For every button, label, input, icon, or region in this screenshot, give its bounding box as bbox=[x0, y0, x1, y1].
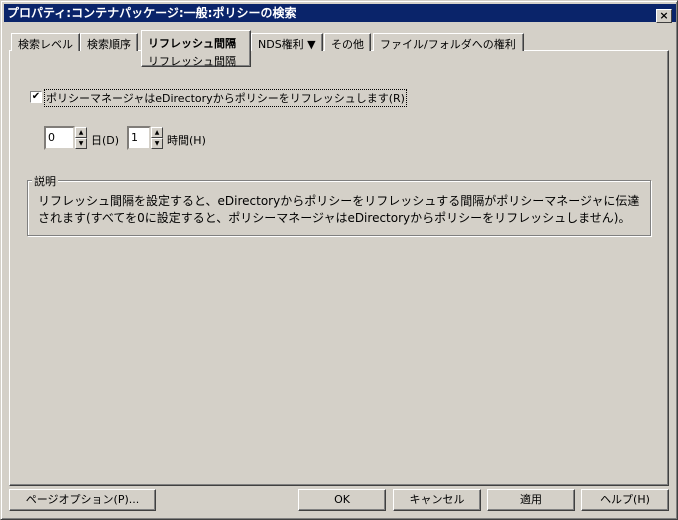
description-group: 説明 リフレッシュ間隔を設定すると、eDirectoryからポリシーをリフレッシ… bbox=[27, 173, 651, 236]
tab-label: 検索レベル bbox=[18, 38, 73, 51]
tab-search-order[interactable]: 検索順序 bbox=[80, 33, 138, 51]
days-input[interactable]: 0 bbox=[44, 126, 75, 150]
refresh-checkbox-label[interactable]: ポリシーマネージャはeDirectoryからポリシーをリフレッシュします(R) bbox=[44, 89, 407, 107]
tab-label: 検索順序 bbox=[87, 38, 131, 51]
checkmark-icon: ✔ bbox=[31, 91, 41, 102]
days-down-button[interactable]: ▼ bbox=[75, 138, 87, 149]
refresh-checkbox[interactable]: ✔ bbox=[30, 91, 42, 103]
tab-label: NDS権利 ▼ bbox=[258, 38, 316, 51]
tab-label: ファイル/フォルダへの権利 bbox=[380, 38, 516, 51]
days-label: 日(D) bbox=[91, 134, 120, 147]
hours-down-button[interactable]: ▼ bbox=[151, 138, 163, 149]
tab-file-folder-rights[interactable]: ファイル/フォルダへの権利 bbox=[373, 33, 524, 51]
tab-label: その他 bbox=[331, 38, 364, 51]
days-up-button[interactable]: ▲ bbox=[75, 127, 87, 138]
description-text: リフレッシュ間隔を設定すると、eDirectoryからポリシーをリフレッシュする… bbox=[38, 194, 640, 225]
close-button[interactable]: × bbox=[656, 9, 672, 23]
title-bar: プロパティ:コンテナパッケージ:一般:ポリシーの検索 × bbox=[4, 4, 676, 23]
hours-input[interactable]: 1 bbox=[127, 126, 151, 150]
ok-button[interactable]: OK bbox=[298, 489, 386, 511]
close-icon: × bbox=[659, 9, 669, 22]
tab-refresh-interval[interactable]: リフレッシュ間隔 リフレッシュ間隔 bbox=[141, 30, 251, 68]
page-options-button[interactable]: ページオプション(P)... bbox=[9, 489, 156, 511]
window-title: プロパティ:コンテナパッケージ:一般:ポリシーの検索 bbox=[7, 6, 297, 20]
cancel-button[interactable]: キャンセル bbox=[393, 489, 481, 511]
tab-panel bbox=[9, 50, 669, 486]
tab-search-level[interactable]: 検索レベル bbox=[11, 33, 80, 51]
tab-label: リフレッシュ間隔 bbox=[148, 37, 236, 50]
tab-sublabel: リフレッシュ間隔 bbox=[148, 55, 236, 68]
apply-button[interactable]: 適用 bbox=[487, 489, 575, 511]
tab-nds-rights[interactable]: NDS権利 ▼ bbox=[251, 33, 323, 51]
description-title: 説明 bbox=[32, 173, 58, 189]
tab-other[interactable]: その他 bbox=[324, 33, 371, 51]
hours-up-button[interactable]: ▲ bbox=[151, 127, 163, 138]
hours-label: 時間(H) bbox=[167, 134, 206, 147]
help-button[interactable]: ヘルプ(H) bbox=[581, 489, 669, 511]
